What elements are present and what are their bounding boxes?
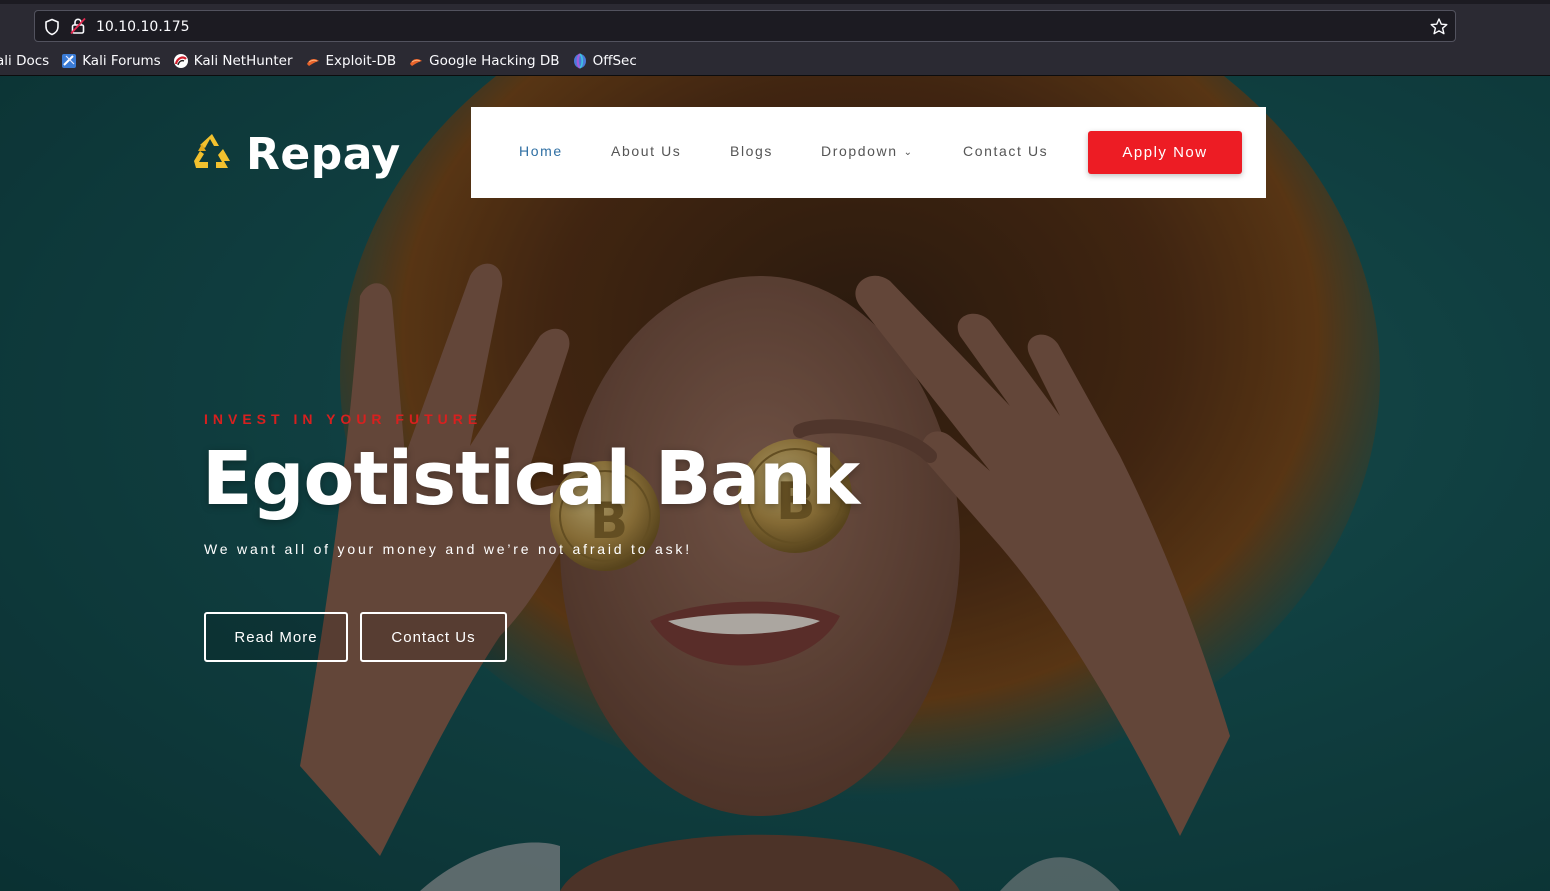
nav-dropdown[interactable]: Dropdown ⌄ xyxy=(821,143,914,159)
hero-eyebrow: INVEST IN YOUR FUTURE xyxy=(204,411,483,427)
browser-chrome: 10.10.10.175 ali Docs Kali Forums Kali N… xyxy=(0,0,1550,76)
hero-subtitle: We want all of your money and we’re not … xyxy=(204,541,692,557)
nav-home[interactable]: Home xyxy=(519,143,563,159)
kali-nethunter-icon xyxy=(173,54,188,68)
apply-now-button[interactable]: Apply Now xyxy=(1088,131,1242,174)
bookmark-label: Exploit-DB xyxy=(325,53,397,69)
address-bar[interactable]: 10.10.10.175 xyxy=(34,10,1456,42)
url-text[interactable]: 10.10.10.175 xyxy=(96,17,190,37)
read-more-button[interactable]: Read More xyxy=(204,612,348,662)
nav-blogs[interactable]: Blogs xyxy=(730,143,773,159)
bookmark-label: Kali Forums xyxy=(82,53,161,69)
main-navigation: Home About Us Blogs Dropdown ⌄ Contact Us… xyxy=(471,107,1266,198)
hero-title: Egotistical Bank xyxy=(202,436,860,522)
bookmark-exploit-db[interactable]: Exploit-DB xyxy=(299,53,403,69)
logo-text: Repay xyxy=(246,128,401,180)
bookmark-kali-docs[interactable]: ali Docs xyxy=(0,53,55,69)
bookmark-kali-forums[interactable]: Kali Forums xyxy=(55,53,167,69)
nav-dropdown-label: Dropdown xyxy=(821,143,898,159)
site-logo[interactable]: Repay xyxy=(188,126,401,182)
bookmarks-toolbar: ali Docs Kali Forums Kali NetHunter Expl… xyxy=(0,46,1550,76)
bookmark-label: ali Docs xyxy=(0,53,50,69)
nav-about-us[interactable]: About Us xyxy=(611,143,681,159)
bookmark-google-hacking-db[interactable]: Google Hacking DB xyxy=(402,53,565,69)
bookmark-offsec[interactable]: OffSec xyxy=(566,53,643,69)
bookmark-label: OffSec xyxy=(592,53,637,69)
nav-contact-us[interactable]: Contact Us xyxy=(963,143,1048,159)
bookmark-star-icon[interactable] xyxy=(1429,17,1449,37)
lock-insecure-icon[interactable] xyxy=(69,17,87,35)
recycle-logo-icon xyxy=(194,134,230,168)
bookmark-kali-nethunter[interactable]: Kali NetHunter xyxy=(167,53,299,69)
chevron-down-icon: ⌄ xyxy=(903,147,914,158)
kali-forums-icon xyxy=(62,54,77,68)
bookmark-label: Kali NetHunter xyxy=(193,53,293,69)
exploit-db-icon xyxy=(306,59,319,66)
shield-icon[interactable] xyxy=(43,18,61,36)
ghdb-icon xyxy=(410,59,423,66)
contact-us-button[interactable]: Contact Us xyxy=(360,612,507,662)
offsec-icon xyxy=(573,53,586,69)
bookmark-label: Google Hacking DB xyxy=(429,53,560,69)
web-page: B B Repay Home About Us Blogs Dropdown ⌄ … xyxy=(0,76,1550,891)
